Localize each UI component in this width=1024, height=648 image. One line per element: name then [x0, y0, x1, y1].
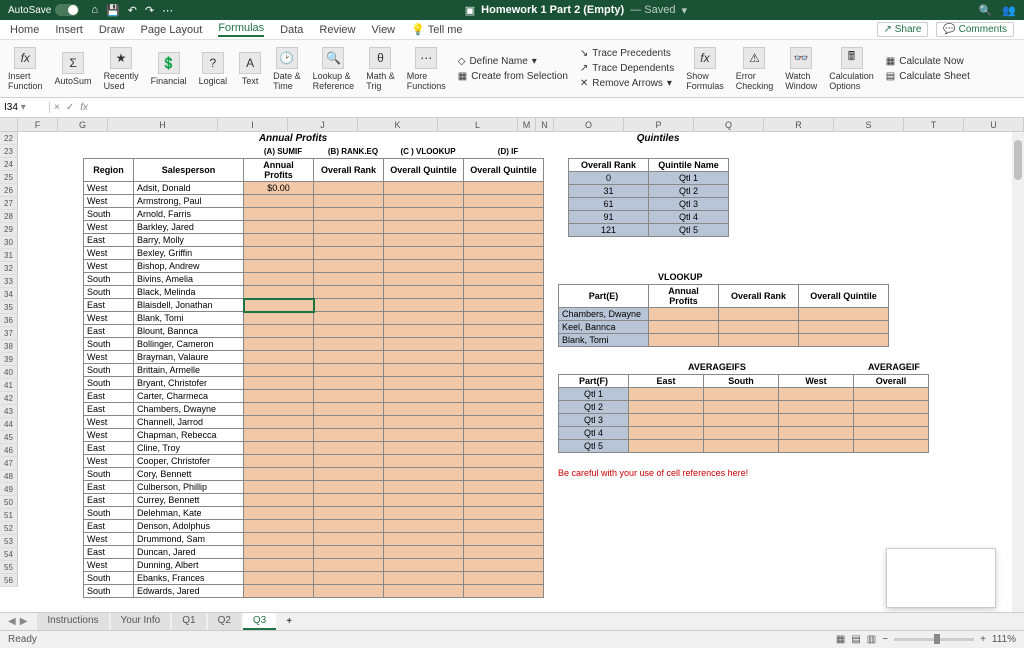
doc-icon: ▣	[465, 4, 475, 17]
sheet-tabs: ◀ ▶ InstructionsYour InfoQ1Q2Q3 +	[0, 612, 1024, 630]
formula-bar: I34 ▾ ×✓ fx	[0, 98, 1024, 118]
averageifs-header: AVERAGEIFS	[688, 362, 746, 372]
search-icon[interactable]: 🔍	[979, 4, 993, 17]
titlebar: AutoSave ⌂ 💾 ↶ ↷ ⋯ ▣ Homework 1 Part 2 (…	[0, 0, 1024, 20]
share-icon[interactable]: 👥	[1002, 4, 1016, 17]
trace-precedents-button[interactable]: ↘ Trace Precedents	[580, 48, 674, 59]
calculation-options-button[interactable]: 🖩Calculation Options	[829, 47, 874, 91]
home-icon[interactable]: ⌂	[91, 4, 98, 17]
create-from-selection-button[interactable]: ▦ Create from Selection	[458, 71, 568, 82]
tab-tellme[interactable]: 💡 Tell me	[411, 23, 462, 36]
add-sheet-button[interactable]: +	[278, 614, 300, 629]
main-table[interactable]: RegionSalespersonAnnual ProfitsOverall R…	[83, 158, 544, 598]
minimap[interactable]	[886, 548, 996, 608]
quintiles-header: Quintiles	[598, 133, 718, 144]
tab-insert[interactable]: Insert	[55, 24, 83, 36]
redo-icon[interactable]: ↷	[145, 4, 154, 17]
logical-button[interactable]: ?Logical	[199, 52, 228, 86]
be-careful-warning: Be careful with your use of cell referen…	[558, 468, 748, 478]
row-headers: 2223242526272829303132333435363738394041…	[0, 132, 18, 587]
tab-formulas[interactable]: Formulas	[218, 22, 264, 37]
name-box[interactable]: I34 ▾	[0, 102, 50, 113]
quintile-table[interactable]: Overall RankQuintile Name0Qtl 131Qtl 261…	[568, 158, 729, 237]
insert-function-button[interactable]: fxInsert Function	[8, 47, 43, 91]
show-formulas-button[interactable]: fxShow Formulas	[686, 47, 724, 91]
sheet-tab-q3[interactable]: Q3	[243, 613, 276, 630]
more-icon[interactable]: ⋯	[162, 4, 173, 17]
trace-dependents-button[interactable]: ↗ Trace Dependents	[580, 63, 674, 74]
averageifs-table[interactable]: Part(F)EastSouthWestOverallQtl 1Qtl 2Qtl…	[558, 374, 929, 453]
statusbar: Ready ▦ ▤ ▥ − + 111%	[0, 630, 1024, 648]
tab-prev-icon[interactable]: ◀	[8, 616, 16, 627]
fx-label: fx	[80, 102, 88, 113]
calculate-now-button[interactable]: ▦ Calculate Now	[886, 56, 970, 67]
autosave-toggle[interactable]: AutoSave	[8, 4, 79, 16]
vlookup-header: VLOOKUP	[658, 272, 703, 282]
vertical-scrollbar[interactable]	[1012, 132, 1024, 612]
autosum-button[interactable]: ΣAutoSum	[55, 52, 92, 86]
error-checking-button[interactable]: ⚠Error Checking	[736, 47, 774, 91]
filename: Homework 1 Part 2 (Empty)	[481, 4, 624, 16]
tab-view[interactable]: View	[371, 24, 395, 36]
grid[interactable]: Annual Profits (A) SUMIF (B) RANK.EQ (C …	[18, 132, 1012, 612]
sheet-tab-instructions[interactable]: Instructions	[37, 613, 108, 630]
tab-home[interactable]: Home	[10, 24, 39, 36]
watch-window-button[interactable]: 👓Watch Window	[785, 47, 817, 91]
remove-arrows-button[interactable]: ✕ Remove Arrows ▾	[580, 78, 674, 89]
text-button[interactable]: AText	[239, 52, 261, 86]
sheet-tab-q1[interactable]: Q1	[172, 613, 205, 630]
recently-used-button[interactable]: ★Recently Used	[104, 47, 139, 91]
ribbon-tabs: Home Insert Draw Page Layout Formulas Da…	[0, 20, 1024, 40]
save-icon[interactable]: 💾	[106, 4, 120, 17]
sheet-area[interactable]: FGHIJKLMNOPQRSTU 22232425262728293031323…	[0, 118, 1024, 612]
define-name-button[interactable]: ◇ Define Name ▾	[458, 56, 568, 67]
share-button[interactable]: ↗ Share	[877, 22, 929, 37]
tab-draw[interactable]: Draw	[99, 24, 125, 36]
column-headers: FGHIJKLMNOPQRSTU	[0, 118, 1024, 132]
undo-icon[interactable]: ↶	[128, 4, 137, 17]
sheet-tab-your-info[interactable]: Your Info	[111, 613, 171, 630]
math-button[interactable]: θMath & Trig	[366, 47, 395, 91]
tab-review[interactable]: Review	[319, 24, 355, 36]
datetime-button[interactable]: 🕑Date & Time	[273, 47, 301, 91]
tab-next-icon[interactable]: ▶	[20, 616, 28, 627]
ribbon-content: fxInsert Function ΣAutoSum ★Recently Use…	[0, 40, 1024, 98]
financial-button[interactable]: 💲Financial	[151, 52, 187, 86]
comments-button[interactable]: 💬 Comments	[936, 22, 1014, 37]
averageif-header: AVERAGEIF	[868, 362, 920, 372]
more-functions-button[interactable]: ⋯More Functions	[407, 47, 446, 91]
calculate-sheet-button[interactable]: ▤ Calculate Sheet	[886, 71, 970, 82]
tab-data[interactable]: Data	[280, 24, 303, 36]
sheet-tab-q2[interactable]: Q2	[208, 613, 241, 630]
vlookup-table[interactable]: Part(E)Annual ProfitsOverall RankOverall…	[558, 284, 889, 347]
lookup-button[interactable]: 🔍Lookup & Reference	[313, 47, 355, 91]
tab-pagelayout[interactable]: Page Layout	[141, 24, 203, 36]
saved-status: — Saved	[630, 4, 675, 16]
annual-profits-header: Annual Profits	[248, 133, 338, 144]
